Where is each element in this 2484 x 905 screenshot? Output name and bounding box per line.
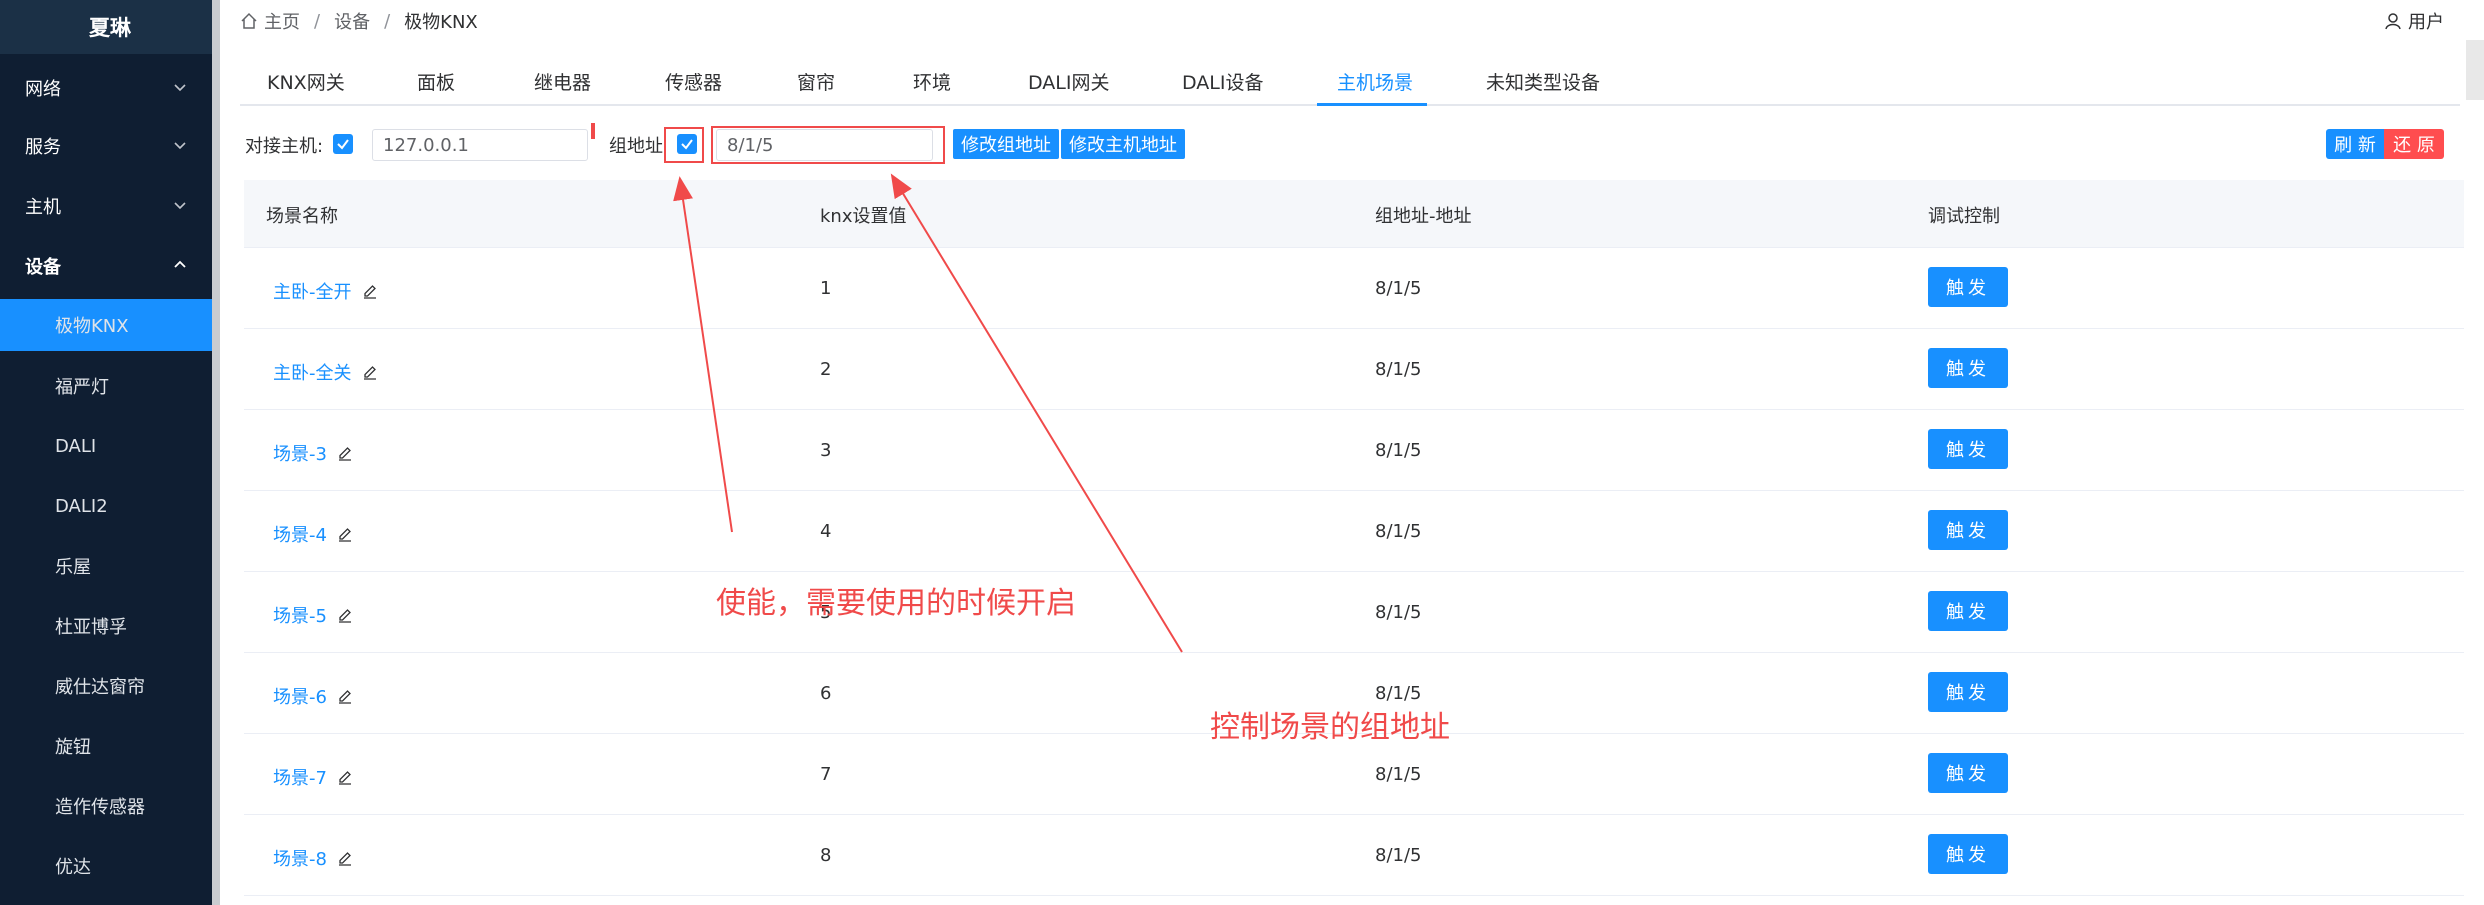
annotation-group-note: 控制场景的组地址: [1210, 710, 1450, 745]
annotation-arrow-checkbox: [673, 176, 733, 533]
annotation-enable-note: 使能，需要使用的时候开启: [716, 586, 1076, 621]
annotation-arrows: [673, 173, 1183, 653]
